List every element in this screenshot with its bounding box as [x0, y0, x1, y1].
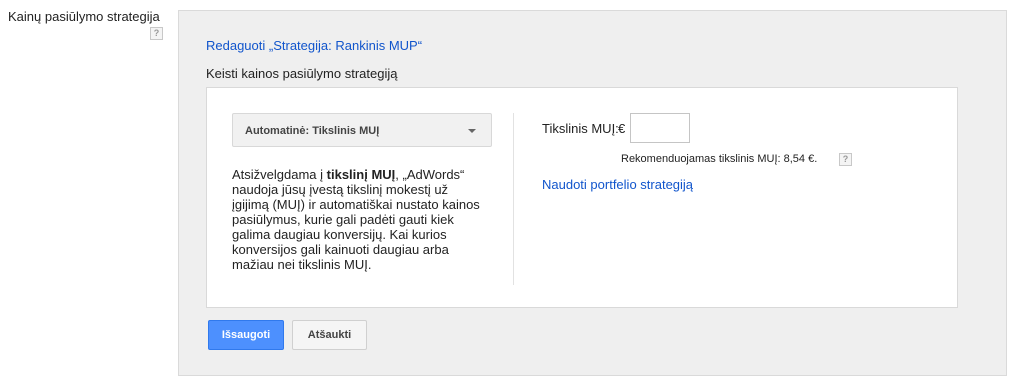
edit-strategy-link[interactable]: Redaguoti „Strategija: Rankinis MUP“	[206, 38, 422, 53]
strategy-dropdown-value: Automatinė: Tikslinis MUĮ	[245, 125, 380, 137]
bid-strategy-panel: Redaguoti „Strategija: Rankinis MUP“ Kei…	[178, 10, 1007, 376]
strategy-box: Automatinė: Tikslinis MUĮ Atsižvelgdama …	[206, 87, 958, 308]
help-icon[interactable]: ?	[839, 153, 852, 166]
save-button[interactable]: Išsaugoti	[208, 320, 284, 350]
vertical-divider	[513, 113, 514, 285]
portfolio-strategy-link[interactable]: Naudoti portfelio strategiją	[542, 177, 693, 192]
panel-subtitle: Keisti kainos pasiūlymo strategiją	[206, 66, 398, 81]
field-label: Kainų pasiūlymo strategija	[8, 9, 160, 24]
recommended-cpa: Rekomenduojamas tikslinis MUĮ: 8,54 €.	[621, 153, 818, 165]
target-cpa-input[interactable]	[630, 113, 690, 143]
target-cpa-label: Tikslinis MUĮ:	[542, 121, 619, 136]
description-text-rest: , „AdWords“ naudoja jūsų įvestą tikslinį…	[232, 167, 480, 272]
strategy-dropdown[interactable]: Automatinė: Tikslinis MUĮ	[232, 113, 492, 147]
description-bold: tikslinį MUĮ	[326, 167, 396, 182]
strategy-description: Atsižvelgdama į tikslinį MUĮ, „AdWords“ …	[232, 167, 487, 272]
cancel-button[interactable]: Atšaukti	[292, 320, 367, 350]
description-text: Atsižvelgdama į	[232, 167, 327, 182]
currency-symbol: €	[618, 121, 626, 136]
chevron-down-icon	[468, 129, 476, 133]
help-icon[interactable]: ?	[150, 27, 163, 40]
